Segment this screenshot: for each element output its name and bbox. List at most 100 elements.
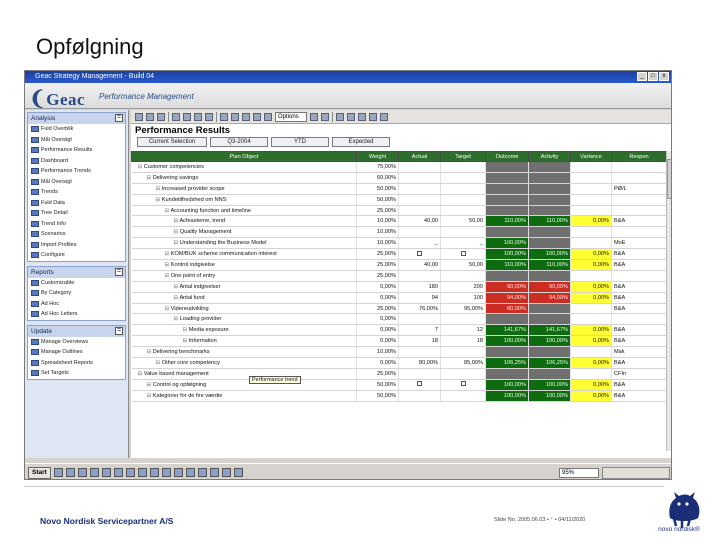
toolbar-icon[interactable]: [242, 112, 250, 121]
table-row[interactable]: ⊟ Antal indgivelser 0,00% 180 200 90,00% 90,0…: [131, 281, 667, 293]
column-header[interactable]: Activity: [528, 151, 571, 162]
column-header[interactable]: Variance: [570, 151, 612, 162]
table-row[interactable]: ⊟ Value based management 25,00% CFIn: [131, 368, 667, 380]
maximize-button[interactable]: □: [648, 72, 658, 81]
tree-expander-icon[interactable]: ⊟: [134, 208, 171, 214]
table-row[interactable]: ⊟ Kategorier for de fire værdie 50,00% 100…: [131, 390, 667, 402]
sidebar-item[interactable]: Import Profiles: [28, 240, 125, 251]
checkbox-icon[interactable]: [460, 381, 466, 387]
toolbar-icon[interactable]: [347, 112, 355, 121]
table-row[interactable]: ⊟ Videreudvikling 25,00% 76,00% 95,00% 80,00…: [131, 303, 667, 315]
column-header[interactable]: Target: [440, 151, 486, 162]
tree-expander-icon[interactable]: ⊟: [134, 186, 162, 192]
sidebar-item[interactable]: Mål Oversigt: [28, 135, 125, 146]
column-header[interactable]: Plan Object: [131, 151, 357, 162]
toolbar-icon[interactable]: [205, 112, 213, 121]
table-row[interactable]: ⊟ Media exposure 0,00% 7 12 141,67% 141,67% 0,…: [131, 324, 667, 337]
table-row[interactable]: ⊟ Other core competency 0,00% 80,00% 85,00%…: [131, 357, 667, 369]
scrollbar-thumb[interactable]: [667, 159, 671, 199]
sidebar-item[interactable]: By Category: [28, 288, 125, 299]
tree-expander-icon[interactable]: ⊟: [134, 262, 171, 268]
taskbar-app-icon[interactable]: [233, 468, 243, 477]
tree-expander-icon[interactable]: ⊟: [134, 316, 180, 322]
toolbar-icon[interactable]: [310, 112, 318, 121]
table-row[interactable]: ⊟ Control og opfølgning 50,00% 100,00% 100,…: [131, 379, 667, 391]
table-row[interactable]: ⊟ Accounting function and timeline 25,00%: [131, 205, 667, 217]
tree-expander-icon[interactable]: ⊟: [134, 240, 180, 246]
table-row[interactable]: ⊟ Antal fund 0,00% 94 100 94,00% 94,00% 0,00% B…: [131, 292, 667, 304]
sidebar-item[interactable]: Fuld Overblik: [28, 124, 125, 135]
tree-expander-icon[interactable]: ⊟: [134, 360, 162, 366]
table-row[interactable]: ⊟ Understanding the Business Model 10,00%…: [131, 237, 667, 250]
window-titlebar[interactable]: Geac Strategy Management - Build 04 _ □ …: [25, 71, 671, 83]
toolbar-icon[interactable]: [146, 112, 154, 121]
table-row[interactable]: ⊟ Increased provider scope 50,00% PØ/L: [131, 183, 667, 195]
toolbar-icon[interactable]: [358, 112, 366, 121]
table-row[interactable]: ⊟ Quality Management 10,00%: [131, 226, 667, 239]
taskbar-app-icon[interactable]: [197, 468, 207, 477]
toolbar-icon[interactable]: [183, 112, 191, 121]
sidebar-item[interactable]: Dashboard: [28, 156, 125, 167]
sidebar-item[interactable]: Manage Outlines: [28, 347, 125, 358]
tree-expander-icon[interactable]: ⊟: [134, 218, 180, 224]
toolbar-icon[interactable]: [220, 112, 228, 121]
sidebar-item[interactable]: Tree Detail: [28, 208, 125, 219]
taskbar-app-icon[interactable]: [65, 468, 75, 477]
sidebar-item[interactable]: Trend Info: [28, 219, 125, 230]
table-row[interactable]: ⊟ Acfeasterne, trend 10,00% 40,00 50,00 110,…: [131, 215, 667, 228]
sidebar-item[interactable]: Ad Hoc: [28, 299, 125, 310]
sidebar-item[interactable]: Fuld Data: [28, 198, 125, 209]
tab-period[interactable]: Q3-2004: [210, 137, 268, 147]
sidebar-item[interactable]: Configure: [28, 250, 125, 261]
vertical-scrollbar[interactable]: [666, 151, 671, 451]
tree-expander-icon[interactable]: ⊟: [134, 251, 171, 257]
toolbar-icon[interactable]: [157, 112, 165, 121]
table-row[interactable]: ⊟ Delivering savings 60,00%: [131, 172, 667, 184]
tab-expected[interactable]: Expected: [332, 137, 390, 147]
table-row[interactable]: ⊟ Delivering benchmarks 10,00% Mak: [131, 346, 667, 359]
tree-expander-icon[interactable]: ⊟: [134, 306, 171, 312]
start-button[interactable]: Start: [28, 466, 51, 479]
sidebar-item[interactable]: Performance Trends: [28, 166, 125, 177]
taskbar-app-icon[interactable]: [209, 468, 219, 477]
tree-expander-icon[interactable]: ⊟: [134, 197, 162, 203]
sidebar-item[interactable]: Scenarios: [28, 229, 125, 240]
collapse-toggle-icon[interactable]: =: [115, 114, 123, 122]
tree-expander-icon[interactable]: ⊟: [134, 284, 180, 290]
tree-expander-icon[interactable]: ⊟: [134, 393, 153, 399]
toolbar-icon[interactable]: [336, 112, 344, 121]
checkbox-icon[interactable]: [417, 381, 422, 387]
tree-expander-icon[interactable]: ⊟: [134, 164, 144, 170]
collapse-toggle-icon[interactable]: =: [115, 267, 123, 276]
sidebar-panel-header[interactable]: Update =: [28, 325, 125, 337]
sidebar-item[interactable]: Spreadsheet Reports: [28, 358, 125, 369]
sidebar-item[interactable]: Set Targets: [28, 368, 125, 379]
options-dropdown[interactable]: Options: [275, 111, 307, 122]
toolbar-icon[interactable]: [369, 112, 377, 121]
toolbar-icon[interactable]: [321, 112, 329, 121]
taskbar-app-icon[interactable]: [185, 468, 195, 477]
tree-expander-icon[interactable]: ⊟: [134, 349, 153, 355]
sidebar-panel-header[interactable]: Reports =: [28, 266, 125, 278]
toolbar-icon[interactable]: [135, 112, 143, 121]
toolbar-icon[interactable]: [172, 112, 180, 121]
tree-expander-icon[interactable]: ⊟: [134, 273, 171, 279]
table-row[interactable]: ⊟ One point of entry 25,00%: [131, 270, 667, 282]
table-row[interactable]: ⊟ KOM/BUK scheme communication interest 2…: [131, 248, 667, 261]
toolbar-icon[interactable]: [380, 112, 388, 121]
taskbar-app-icon[interactable]: [137, 468, 147, 477]
column-header[interactable]: Actual: [398, 151, 441, 162]
tab-current-selection[interactable]: Current Selection: [137, 137, 207, 147]
taskbar-app-icon[interactable]: [89, 468, 99, 477]
taskbar-app-icon[interactable]: [125, 468, 135, 477]
table-row[interactable]: ⊟ Customer competencies 75,00%: [131, 161, 667, 173]
tree-expander-icon[interactable]: ⊟: [134, 382, 153, 388]
toolbar-icon[interactable]: [253, 112, 261, 121]
zoom-select[interactable]: 95%: [559, 467, 599, 478]
column-header[interactable]: Respon: [611, 151, 667, 162]
table-row[interactable]: ⊟ Information 0,00% 18 18 100,00% 100,00% 0,00…: [131, 335, 667, 348]
minimize-button[interactable]: _: [637, 72, 647, 81]
taskbar-app-icon[interactable]: [53, 468, 63, 477]
column-header[interactable]: Weight: [356, 151, 399, 162]
taskbar-app-icon[interactable]: [221, 468, 231, 477]
